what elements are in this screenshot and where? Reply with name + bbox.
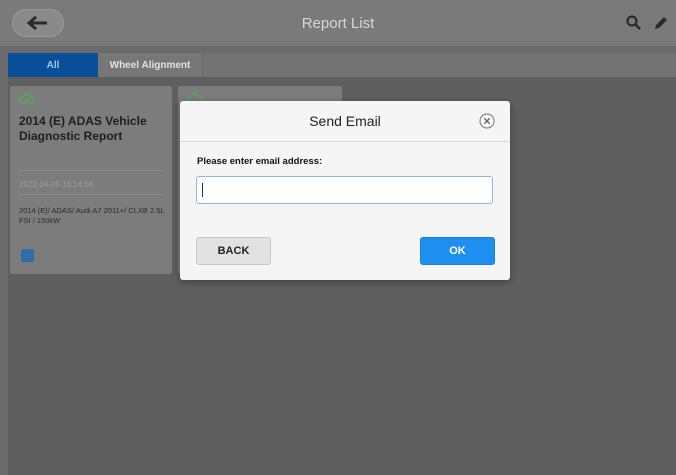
email-field[interactable] (196, 176, 493, 204)
tab-wheel-alignment[interactable]: Wheel Alignment (98, 53, 203, 77)
divider (18, 194, 164, 195)
text-cursor (202, 183, 203, 197)
report-icon (21, 249, 34, 262)
dialog-title: Send Email (180, 101, 510, 142)
report-description: 2014 (E)/ ADAS/ Audi A7 2011+/ CLXB 2.5L… (19, 206, 165, 225)
cloud-check-icon (19, 93, 35, 104)
report-card[interactable]: 2014 (E) ADAS Vehicle Diagnostic Report … (10, 86, 172, 274)
tab-all[interactable]: All (8, 53, 98, 77)
pencil-icon[interactable] (652, 14, 670, 32)
report-title: 2014 (E) ADAS Vehicle Diagnostic Report (19, 114, 147, 143)
divider (18, 170, 164, 171)
close-circle-icon[interactable] (478, 112, 496, 130)
ok-button[interactable]: OK (420, 237, 495, 265)
tab-bar: All Wheel Alignment (8, 53, 676, 78)
send-email-dialog: Send Email Please enter email address: B… (180, 101, 510, 280)
report-date: 2022-04-05 10:14:56 (19, 180, 94, 189)
email-prompt-label: Please enter email address: (197, 156, 323, 167)
back-button-dialog[interactable]: BACK (196, 237, 271, 265)
page-title: Report List (301, 14, 375, 32)
top-bar: Report List (0, 0, 676, 47)
search-icon[interactable] (625, 14, 643, 32)
